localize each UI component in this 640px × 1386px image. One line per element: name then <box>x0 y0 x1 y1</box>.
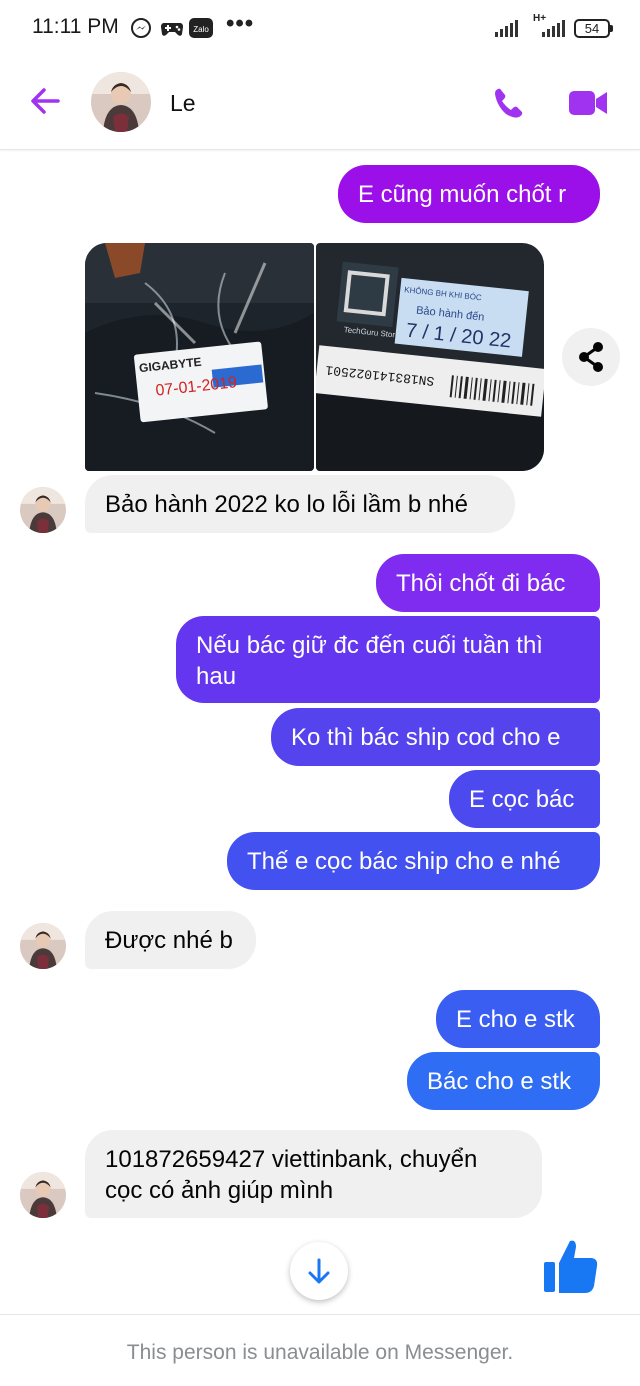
share-icon <box>579 342 603 372</box>
composer-unavailable-banner: This person is unavailable on Messenger. <box>0 1314 640 1386</box>
conversation-header: Le <box>0 56 640 150</box>
share-button[interactable] <box>562 328 620 386</box>
incoming-message[interactable]: 101872659427 viettinbank, chuyển cọc có … <box>85 1130 542 1218</box>
message-text: Bác cho e stk <box>427 1068 572 1095</box>
back-arrow-icon[interactable] <box>28 84 62 118</box>
outgoing-message[interactable]: Thế e cọc bác ship cho e nhé <box>227 832 600 890</box>
svg-text:Zalo: Zalo <box>193 25 209 34</box>
message-text-line: 101872659427 viettinbank, chuyển <box>105 1146 478 1173</box>
message-text: Bảo hành 2022 ko lo lỗi lầm b nhé <box>105 491 468 518</box>
game-controller-icon <box>161 23 183 36</box>
message-text: E cho e stk <box>456 1006 575 1033</box>
contact-avatar[interactable] <box>91 72 151 132</box>
outgoing-message[interactable]: E cho e stk <box>436 990 600 1048</box>
photo-warranty-sticker-2[interactable]: TechGuru Store KHÔNG BH KHI BÓC Bảo hành… <box>316 243 544 471</box>
outgoing-message[interactable]: Bác cho e stk <box>407 1052 600 1110</box>
status-time: 11:11 PM <box>32 15 119 38</box>
incoming-message[interactable]: Được nhé b <box>85 911 256 969</box>
messenger-icon <box>131 18 151 38</box>
outgoing-message[interactable]: Ko thì bác ship cod cho e <box>271 708 600 766</box>
outgoing-message[interactable]: E cũng muốn chốt r <box>338 165 600 223</box>
message-text-line: Nếu bác giữ đc đến cuối tuần thì <box>196 632 543 659</box>
message-text: Thôi chốt đi bác <box>396 570 566 597</box>
message-text-line: cọc có ảnh giúp mình <box>105 1177 334 1204</box>
message-text: E cọc bác <box>469 786 575 813</box>
incoming-message[interactable]: Bảo hành 2022 ko lo lỗi lầm b nhé <box>85 475 515 533</box>
scroll-to-bottom-button[interactable] <box>290 1242 348 1300</box>
photo-warranty-sticker-1[interactable]: GIGABYTE 07-01-2019 <box>85 243 314 471</box>
battery-indicator: 54 <box>574 19 613 38</box>
sender-avatar[interactable] <box>20 923 66 969</box>
message-text-line: hau <box>196 663 237 690</box>
outgoing-message[interactable]: E cọc bác <box>449 770 600 828</box>
outgoing-message[interactable]: Thôi chốt đi bác <box>376 554 600 612</box>
outgoing-message[interactable]: Nếu bác giữ đc đến cuối tuần thì hau <box>176 616 600 703</box>
signal-icon <box>495 20 518 37</box>
sender-avatar[interactable] <box>20 1172 66 1218</box>
zalo-icon: Zalo <box>189 18 213 38</box>
video-camera-icon[interactable] <box>568 90 608 116</box>
status-more-indicator: ••• <box>226 10 255 37</box>
contact-name[interactable]: Le <box>170 90 196 117</box>
unavailable-notice: This person is unavailable on Messenger. <box>126 1341 514 1364</box>
message-text: Thế e cọc bác ship cho e nhé <box>247 848 561 875</box>
message-text: Được nhé b <box>105 927 233 954</box>
sender-avatar[interactable] <box>20 487 66 533</box>
message-text: Ko thì bác ship cod cho e <box>291 724 561 751</box>
scroll-down-arrow-icon <box>308 1258 330 1284</box>
signal-icon-2 <box>542 20 565 37</box>
thumbs-up-icon[interactable] <box>540 1236 602 1298</box>
status-bar: 11:11 PM Zalo ••• H+ 54 <box>0 0 640 56</box>
phone-icon[interactable] <box>492 86 526 120</box>
message-text: E cũng muốn chốt r <box>358 181 567 208</box>
